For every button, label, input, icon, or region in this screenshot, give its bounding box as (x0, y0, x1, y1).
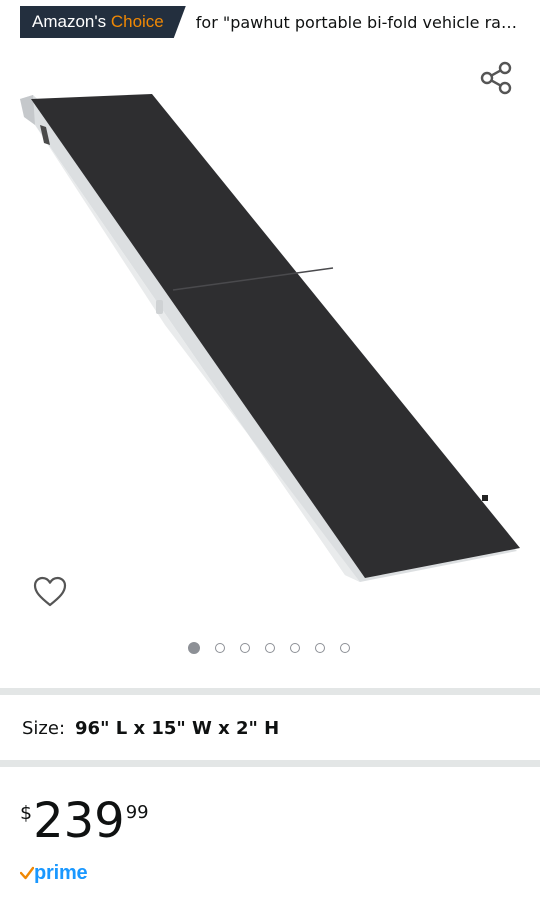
size-value: 96" L x 15" W x 2" H (75, 718, 280, 739)
price: $ 239 99 (20, 792, 149, 850)
size-selector[interactable]: Size: 96" L x 15" W x 2" H (22, 718, 279, 739)
section-divider (0, 688, 540, 695)
prime-label: prime (34, 861, 88, 884)
price-currency-symbol: $ (20, 802, 33, 824)
carousel-dot[interactable] (289, 643, 300, 653)
price-fraction: 99 (125, 802, 149, 823)
prime-check-icon (20, 866, 34, 880)
section-divider (0, 760, 540, 767)
carousel-dot[interactable] (187, 642, 200, 654)
carousel-dot[interactable] (239, 643, 250, 653)
carousel-dot[interactable] (314, 643, 325, 653)
amazons-choice-row: Amazon's Choice for "pawhut portable bi-… (20, 6, 528, 38)
image-carousel-dots (0, 642, 540, 654)
badge-prefix: Amazon's (32, 12, 107, 31)
carousel-dot[interactable] (339, 643, 350, 653)
badge-label: Amazon's Choice (32, 12, 164, 32)
badge-accent: Choice (110, 12, 164, 31)
size-label: Size: (22, 718, 66, 739)
badge-query-text: for "pawhut portable bi-fold vehicle ra… (195, 12, 517, 32)
carousel-dot[interactable] (264, 643, 275, 653)
amazons-choice-badge: Amazon's Choice (20, 6, 186, 38)
price-whole: 239 (33, 793, 125, 849)
heart-icon[interactable] (32, 574, 68, 610)
product-image[interactable] (15, 85, 530, 590)
prime-badge: prime (20, 858, 88, 888)
carousel-dot[interactable] (214, 643, 225, 653)
